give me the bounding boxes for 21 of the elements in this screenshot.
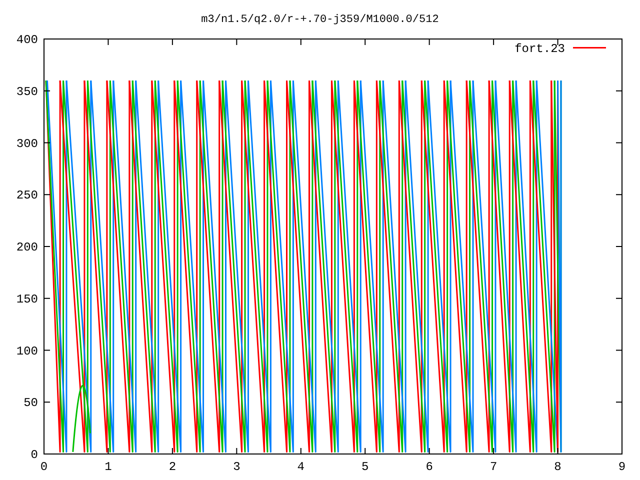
x-tick-label: 4 — [297, 460, 304, 474]
y-tick-label: 200 — [16, 240, 38, 254]
chart-title: m3/n1.5/q2.0/r-+.70-j359/M1000.0/512 — [201, 14, 439, 26]
legend-label: fort.23 — [514, 42, 565, 56]
y-tick-label: 400 — [16, 33, 38, 47]
y-tick-label: 150 — [16, 292, 38, 306]
x-tick-label: 9 — [618, 460, 626, 474]
y-tick-label: 100 — [16, 344, 38, 358]
y-tick-label: 350 — [16, 84, 38, 99]
x-tick-label: 2 — [168, 460, 176, 474]
y-tick-label: 250 — [16, 188, 38, 203]
x-tick-label: 5 — [362, 460, 369, 474]
x-tick-label: 7 — [490, 460, 498, 474]
y-tick-label: 0 — [30, 448, 38, 462]
x-tick-label: 3 — [233, 460, 240, 474]
x-tick-label: 6 — [426, 460, 433, 474]
x-tick-label: 8 — [554, 460, 562, 474]
x-tick-label: 1 — [104, 460, 112, 474]
y-tick-label: 300 — [16, 136, 38, 151]
x-tick-label: 0 — [40, 460, 48, 474]
y-tick-label: 50 — [24, 396, 38, 410]
